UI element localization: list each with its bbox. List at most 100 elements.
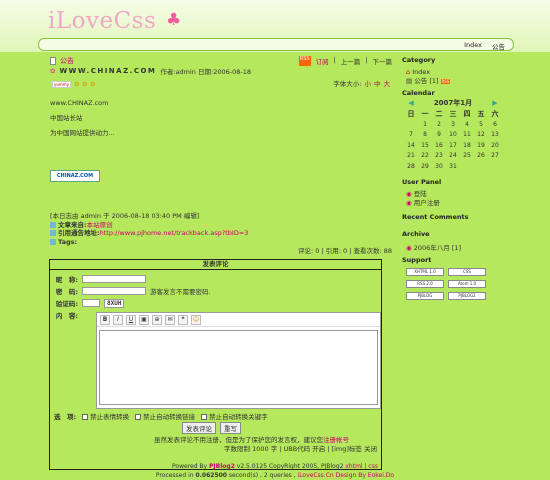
calendar-day[interactable]: 14 (404, 140, 418, 151)
calendar-day[interactable]: 30 (432, 161, 446, 172)
link-icon[interactable]: ⊕ (152, 315, 162, 325)
footer-design-link[interactable]: iLoveCss.Cn Design By Eokei.Do (298, 472, 395, 479)
nav-notice[interactable]: 公告 (492, 41, 505, 51)
calendar-day[interactable]: 13 (488, 130, 502, 141)
document-icon: ▤ (406, 77, 413, 85)
badge-pjblog2[interactable]: PJBLOG2 (448, 291, 486, 300)
password-hint: 游客发言不需要密码. (150, 288, 211, 296)
archive-heading: Archive (402, 229, 430, 238)
next-month-icon[interactable]: ▶ (488, 97, 502, 108)
opt-no-keyword[interactable]: 禁止自动转换关键字 (201, 411, 268, 421)
calendar-day[interactable]: 10 (446, 130, 460, 141)
post-rating: yummy ✿ ✿ ✿ (52, 81, 95, 88)
calendar-day[interactable]: 29 (418, 161, 432, 172)
nick-input[interactable] (82, 275, 146, 283)
site-logo[interactable]: iLoveCss (48, 8, 156, 34)
badge-atom[interactable]: Atom 1.0 (448, 279, 486, 288)
comment-textarea[interactable] (99, 330, 378, 405)
calendar-day[interactable]: 22 (418, 151, 432, 162)
calendar-day[interactable]: 28 (404, 161, 418, 172)
badge-rss[interactable]: RSS 2.0 (406, 279, 444, 288)
calendar-day[interactable]: 27 (488, 151, 502, 162)
chinaz-banner[interactable]: CHINAZ.COM (50, 170, 100, 182)
calendar-day[interactable]: 11 (460, 130, 474, 141)
category-index[interactable]: Index (412, 68, 430, 76)
checkbox[interactable] (201, 414, 208, 420)
font-small[interactable]: 小 (365, 78, 372, 88)
calendar-day[interactable]: 24 (446, 151, 460, 162)
font-medium[interactable]: 中 (374, 78, 381, 88)
calendar-day[interactable]: 26 (474, 151, 488, 162)
password-input[interactable] (82, 287, 146, 295)
calendar-day[interactable]: 23 (432, 151, 446, 162)
quote-icon[interactable]: ❝ (178, 315, 188, 325)
post-stats: 评论: 0 | 引用: 0 | 查看次数: 88 (298, 247, 392, 255)
calendar-day[interactable]: 9 (432, 130, 446, 141)
calendar-day[interactable]: 16 (432, 140, 446, 151)
next-post-link[interactable]: 下一篇 (373, 56, 393, 66)
checkbox[interactable] (82, 414, 89, 420)
calendar-day[interactable]: 21 (404, 151, 418, 162)
calendar-day[interactable]: 15 (418, 140, 432, 151)
font-size-control: 字体大小: 小 中 大 (333, 78, 390, 88)
badge-pjblog[interactable]: PJBLOG (406, 291, 444, 300)
image-icon[interactable]: ▣ (139, 315, 149, 325)
calendar-week: 28 29 30 31 (404, 161, 502, 172)
opt-no-emoticon[interactable]: 禁止表情转换 (82, 411, 129, 421)
calendar-day[interactable]: 25 (460, 151, 474, 162)
subscribe-link[interactable]: 订阅 (316, 56, 329, 66)
category-notice[interactable]: 公告 (414, 77, 427, 85)
calendar-day[interactable]: 12 (474, 130, 488, 141)
calendar-day[interactable]: 7 (404, 130, 418, 141)
footer-standards-links[interactable]: xhtml | css (345, 463, 378, 470)
captcha-image: 8XUH (104, 298, 125, 308)
opt-no-autolink[interactable]: 禁止自动转换链接 (135, 411, 195, 421)
smiley-icon[interactable]: ☺ (191, 315, 201, 325)
submit-comment-button[interactable]: 发表评论 (182, 422, 216, 434)
badge-xhtml[interactable]: XHTML 1.0 (406, 267, 444, 276)
calendar-day[interactable]: 31 (446, 161, 460, 172)
underline-icon[interactable]: U (126, 315, 136, 325)
source-link[interactable]: 本站原创 (87, 221, 113, 229)
nick-row: 昵 称: (54, 274, 146, 284)
badge-css[interactable]: CSS (448, 267, 486, 276)
nick-label: 昵 称: (55, 276, 78, 284)
calendar-day[interactable]: 5 (474, 119, 488, 130)
star-icon: ✿ (74, 81, 80, 88)
checkbox[interactable] (135, 414, 142, 420)
weekday: 五 (477, 109, 485, 118)
italic-icon[interactable]: I (113, 315, 123, 325)
archive-item[interactable]: 2006年八月 (414, 244, 450, 252)
calendar-day[interactable]: 20 (488, 140, 502, 151)
rss-icon[interactable]: RSS (298, 56, 311, 66)
prev-post-link[interactable]: 上一篇 (341, 56, 361, 66)
calendar-day[interactable]: 18 (460, 140, 474, 151)
password-row: 密 码: 游客发言不需要密码. (54, 286, 211, 296)
prev-month-icon[interactable]: ◀ (404, 97, 418, 108)
calendar-day[interactable]: 8 (418, 130, 432, 141)
calendar-day[interactable]: 1 (418, 119, 432, 130)
calendar-day[interactable]: 4 (460, 119, 474, 130)
font-large[interactable]: 大 (384, 78, 391, 88)
register-link[interactable]: 用户注册 (414, 199, 440, 207)
nav-index[interactable]: Index (464, 41, 482, 51)
email-icon[interactable]: ✉ (165, 315, 175, 325)
bold-icon[interactable]: B (100, 315, 110, 325)
reset-button[interactable]: 重写 (220, 422, 241, 434)
login-link[interactable]: 登陆 (414, 190, 427, 198)
weekday: 日 (407, 109, 415, 118)
calendar-day[interactable]: 3 (446, 119, 460, 130)
trackback-link[interactable]: http://www.pjhome.net/trackback.asp?tbID… (100, 229, 249, 237)
calendar-day[interactable]: 2 (432, 119, 446, 130)
sidebar: Category ⌂ Index ▤ 公告 [1] RSS Calendar ◀… (402, 56, 522, 316)
calendar-day[interactable]: 6 (488, 119, 502, 130)
post-title[interactable]: 公告 (60, 56, 74, 66)
captcha-input[interactable] (82, 299, 100, 307)
post-content-url: www.CHINAZ.com (50, 99, 109, 107)
calendar-day[interactable]: 19 (474, 140, 488, 151)
calendar-day[interactable]: 17 (446, 140, 460, 151)
password-label: 密 码: (55, 288, 78, 296)
rss-icon[interactable]: RSS (440, 79, 451, 84)
comment-limit-info: 字数限制 1000 字 | UBB代码 开启 | [img]标签 关闭 (224, 445, 377, 453)
footer-brand-link[interactable]: PJBlog2 (209, 463, 235, 470)
